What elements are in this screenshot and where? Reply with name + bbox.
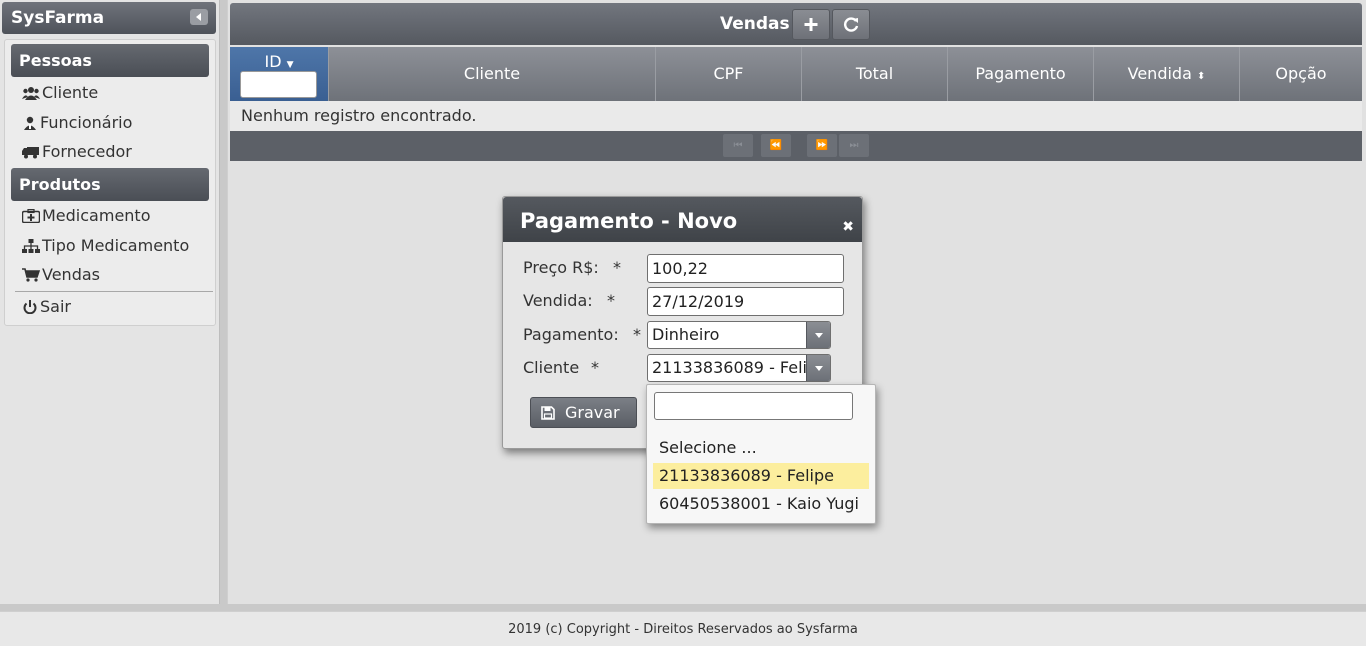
menu-divider xyxy=(15,291,213,292)
column-opcao-label: Opção xyxy=(1275,64,1327,83)
vendas-datatable: Vendas ID ▼ Cliente CPF Total Pagamento … xyxy=(230,3,1362,161)
menu-section-title: Pessoas xyxy=(19,51,92,70)
next-page-icon: ⏩ xyxy=(815,140,829,151)
sidebar-item-label: Funcionário xyxy=(40,113,133,132)
menu-section-produtos: Produtos xyxy=(11,168,209,201)
sidebar-item-tipo-medicamento[interactable]: Tipo Medicamento xyxy=(22,235,189,257)
cliente-select-value: 21133836089 - Felipe xyxy=(652,358,806,377)
required-mark: * xyxy=(607,291,615,310)
cart-icon xyxy=(22,268,40,282)
dropdown-option-selected[interactable]: 21133836089 - Felipe xyxy=(653,463,869,489)
paginator: ⏮ ⏪ ⏩ ⏭ xyxy=(230,131,1362,161)
pagamento-select[interactable]: Dinheiro xyxy=(647,321,831,349)
next-page-button[interactable]: ⏩ xyxy=(807,134,837,157)
column-cliente[interactable]: Cliente xyxy=(328,47,655,101)
page-footer: 2019 (c) Copyright - Direitos Reservados… xyxy=(0,611,1366,646)
sidebar-item-label: Vendas xyxy=(42,265,100,284)
floppy-disk-icon xyxy=(541,406,555,420)
close-icon[interactable]: ✖ xyxy=(842,203,854,251)
sidebar-item-label: Sair xyxy=(40,297,71,316)
sidebar-item-medicamento[interactable]: Medicamento xyxy=(22,205,150,227)
required-mark: * xyxy=(613,258,621,277)
pagamento-select-value: Dinheiro xyxy=(652,325,720,344)
empty-message: Nenhum registro encontrado. xyxy=(230,101,1362,131)
sort-desc-icon: ▼ xyxy=(286,60,294,70)
column-cliente-label: Cliente xyxy=(463,64,521,83)
sitemap-icon xyxy=(22,239,40,253)
refresh-icon xyxy=(844,17,859,32)
last-page-button[interactable]: ⏭ xyxy=(839,134,869,157)
cliente-dropdown-panel: Selecione ... 21133836089 - Felipe 60450… xyxy=(646,384,876,524)
dropdown-option[interactable]: Selecione ... xyxy=(653,435,869,461)
prev-page-icon: ⏪ xyxy=(769,140,783,151)
sidebar-item-label: Fornecedor xyxy=(42,142,132,161)
sidebar-item-label: Tipo Medicamento xyxy=(42,236,190,255)
column-total-label: Total xyxy=(855,64,894,83)
vendida-date-input[interactable]: 27/12/2019 xyxy=(647,287,844,316)
app-header: SysFarma xyxy=(2,2,216,34)
add-button[interactable] xyxy=(792,9,830,40)
users-icon xyxy=(22,87,40,100)
column-vendida[interactable]: Vendida ⬍ xyxy=(1093,47,1239,101)
chevron-down-icon[interactable] xyxy=(806,355,830,381)
dropdown-filter-input[interactable] xyxy=(654,392,853,420)
column-opcao[interactable]: Opção xyxy=(1239,47,1362,101)
refresh-button[interactable] xyxy=(832,9,870,40)
vendida-label: Vendida: xyxy=(523,291,593,310)
copyright-text: 2019 (c) Copyright - Direitos Reservados… xyxy=(508,622,858,637)
sidebar-item-sair[interactable]: Sair xyxy=(22,296,71,318)
cliente-label: Cliente xyxy=(523,358,580,377)
sidebar-item-cliente[interactable]: Cliente xyxy=(22,82,98,104)
datatable-title: Vendas xyxy=(720,14,790,34)
sidebar-item-funcionario[interactable]: Funcionário xyxy=(22,112,132,134)
sort-icon: ⬍ xyxy=(1196,71,1206,82)
app-title: SysFarma xyxy=(11,8,105,28)
column-id[interactable]: ID ▼ xyxy=(230,47,328,101)
chevron-down-icon[interactable] xyxy=(806,322,830,348)
preco-input[interactable]: 100,22 xyxy=(647,254,844,283)
column-vendida-label: Vendida xyxy=(1127,64,1192,83)
plus-icon xyxy=(804,18,818,31)
column-cpf[interactable]: CPF xyxy=(655,47,801,101)
truck-icon xyxy=(22,147,39,159)
save-button[interactable]: Gravar xyxy=(530,397,637,428)
sidebar-item-fornecedor[interactable]: Fornecedor xyxy=(22,141,132,163)
id-filter-input[interactable] xyxy=(240,71,317,98)
menu-section-pessoas: Pessoas xyxy=(11,44,209,77)
save-button-label: Gravar xyxy=(565,403,620,422)
column-cpf-label: CPF xyxy=(713,64,744,83)
sidebar-item-label: Cliente xyxy=(42,83,99,102)
datatable-columns: ID ▼ Cliente CPF Total Pagamento Vendida… xyxy=(230,47,1362,101)
user-tie-icon xyxy=(24,116,36,130)
cliente-select[interactable]: 21133836089 - Felipe xyxy=(647,354,831,382)
pagamento-label: Pagamento: xyxy=(523,325,619,344)
medkit-icon xyxy=(22,209,40,223)
first-page-icon: ⏮ xyxy=(733,140,743,151)
column-total[interactable]: Total xyxy=(801,47,947,101)
dialog-title: Pagamento - Novo xyxy=(520,209,738,233)
preco-label: Preço R$: xyxy=(523,258,599,277)
power-icon xyxy=(23,300,37,314)
sidebar: SysFarma Pessoas Cliente Funcionário For… xyxy=(0,0,220,604)
sidebar-item-label: Medicamento xyxy=(42,206,151,225)
required-mark: * xyxy=(591,358,599,377)
collapse-sidebar-button[interactable] xyxy=(190,9,208,25)
column-id-text: ID xyxy=(264,52,282,71)
dropdown-option[interactable]: 60450538001 - Kaio Yugi xyxy=(653,491,869,517)
prev-page-button[interactable]: ⏪ xyxy=(761,134,791,157)
menu-panel: Pessoas Cliente Funcionário Fornecedor P… xyxy=(4,39,216,326)
dialog-titlebar: Pagamento - Novo ✖ xyxy=(503,197,862,242)
required-mark: * xyxy=(633,325,641,344)
first-page-button[interactable]: ⏮ xyxy=(723,134,753,157)
sidebar-item-vendas[interactable]: Vendas xyxy=(22,264,100,286)
datatable-header: Vendas xyxy=(230,3,1362,45)
column-pagamento-label: Pagamento xyxy=(975,64,1066,83)
column-pagamento[interactable]: Pagamento xyxy=(947,47,1093,101)
menu-section-title: Produtos xyxy=(19,175,101,194)
last-page-icon: ⏭ xyxy=(849,140,859,151)
